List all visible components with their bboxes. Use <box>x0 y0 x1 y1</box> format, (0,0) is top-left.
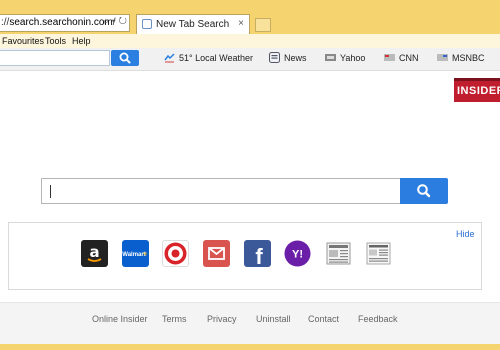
toolbar-link-weather[interactable]: 51° Local Weather <box>164 52 253 63</box>
tab-favicon-icon <box>142 19 152 29</box>
address-url: ://search.searchonin.com/ <box>1 17 116 28</box>
footer-link-feedback[interactable]: Feedback <box>358 314 398 324</box>
footer-link-online-insider[interactable]: Online Insider <box>92 314 148 324</box>
svg-text:f: f <box>255 244 263 267</box>
yahoo-icon <box>325 54 336 61</box>
address-bar[interactable]: ://search.searchonin.com/ ⌕ ▾ ↻ <box>0 14 130 32</box>
main-search-input[interactable] <box>41 178 401 204</box>
toolbar-link-cnn[interactable]: CNN <box>384 52 419 63</box>
toolbar-search-button[interactable] <box>111 50 139 66</box>
footer-link-contact[interactable]: Contact <box>308 314 339 324</box>
search-icon <box>417 184 431 198</box>
menu-favourites[interactable]: Favourites <box>2 36 44 46</box>
address-bar-tools[interactable]: ⌕ ▾ ↻ <box>103 16 127 27</box>
hide-link[interactable]: Hide <box>456 229 475 239</box>
walmart-icon: Walmart ✳ <box>122 251 147 258</box>
shortcut-mail[interactable] <box>203 240 230 267</box>
shortcut-yahoo[interactable]: Y! <box>284 240 311 267</box>
menu-bar: Favourites Tools Help <box>0 34 500 48</box>
footer-link-terms[interactable]: Terms <box>162 314 187 324</box>
toolbar-link-yahoo[interactable]: Yahoo <box>325 52 365 63</box>
svg-text:a: a <box>89 243 99 261</box>
newspaper-icon <box>326 242 351 265</box>
tab-title: New Tab Search <box>156 19 230 30</box>
msnbc-icon <box>437 54 448 61</box>
browser-status-bar <box>0 344 500 350</box>
toolbar-link-label: Yahoo <box>340 53 366 63</box>
shortcut-amazon[interactable]: a <box>81 240 108 267</box>
toolbar-link-label: CNN <box>399 53 419 63</box>
shortcut-target[interactable] <box>162 240 189 267</box>
target-icon <box>164 242 187 265</box>
menu-help[interactable]: Help <box>72 36 91 46</box>
tab-close-icon[interactable]: × <box>238 18 244 29</box>
cnn-icon <box>384 54 395 61</box>
shortcut-news-2[interactable] <box>365 240 392 267</box>
weather-icon <box>164 53 175 63</box>
toolbar-link-label: 51° Local Weather <box>179 53 253 63</box>
tab-new-tab-search[interactable]: New Tab Search × <box>136 14 250 34</box>
text-caret <box>50 185 51 198</box>
amazon-icon: a <box>87 243 102 262</box>
newspaper-icon <box>366 242 391 265</box>
shortcut-news-1[interactable] <box>325 240 352 267</box>
shortcut-walmart[interactable]: Walmart ✳ <box>122 240 149 267</box>
facebook-icon: f <box>255 244 263 269</box>
news-icon <box>269 52 280 63</box>
mail-icon <box>208 247 225 260</box>
yahoo-icon: Y! <box>284 240 311 267</box>
main-search-button[interactable] <box>400 178 448 204</box>
svg-text:Y!: Y! <box>292 249 303 261</box>
toolbar-link-news[interactable]: News <box>269 52 307 63</box>
toolbar-link-msnbc[interactable]: MSNBC <box>437 52 485 63</box>
toolbar-search-input[interactable] <box>0 50 110 66</box>
insider-logo: INSIDER <box>454 78 500 102</box>
menu-tools[interactable]: Tools <box>45 36 66 46</box>
toolbar-link-label: MSNBC <box>452 53 485 63</box>
shortcut-facebook[interactable]: f <box>244 240 271 269</box>
toolbar-link-label: News <box>284 53 307 63</box>
new-tab-button[interactable] <box>255 18 271 32</box>
footer-link-uninstall[interactable]: Uninstall <box>256 314 291 324</box>
page-footer: Online Insider Terms Privacy Uninstall C… <box>0 302 500 345</box>
extension-toolbar: 51° Local Weather News Yahoo CNN MSNBC <box>0 48 500 71</box>
search-icon <box>119 52 131 64</box>
svg-text:✳: ✳ <box>142 251 147 258</box>
footer-link-privacy[interactable]: Privacy <box>207 314 237 324</box>
